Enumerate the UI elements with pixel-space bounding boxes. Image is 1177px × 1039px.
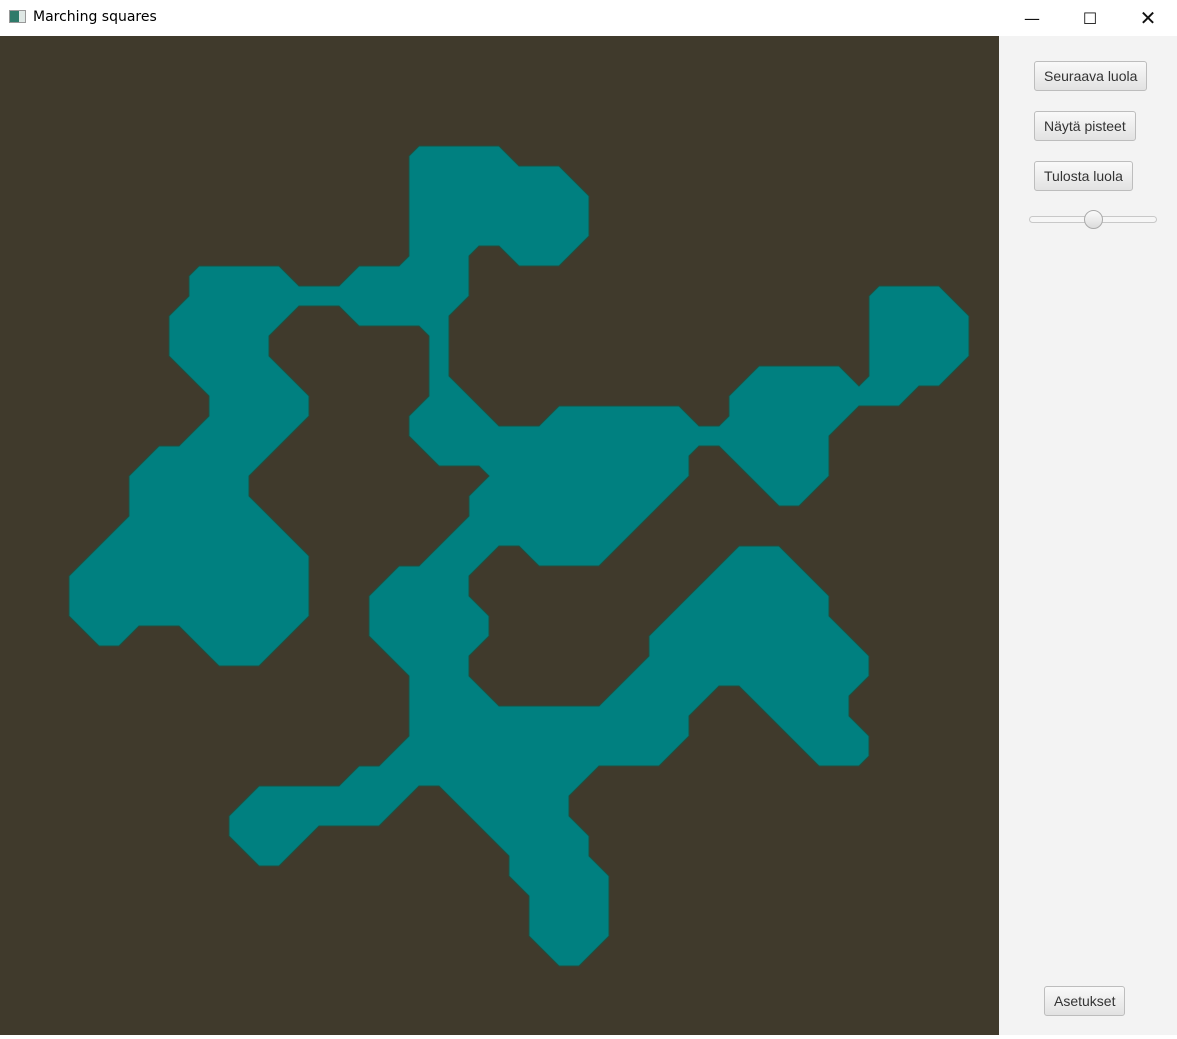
close-icon[interactable]: ✕	[1119, 0, 1177, 36]
cave-drawing	[68, 145, 970, 967]
minimize-icon[interactable]: —	[1003, 0, 1061, 36]
print-cave-button[interactable]: Tulosta luola	[1034, 161, 1133, 191]
settings-button[interactable]: Asetukset	[1044, 986, 1126, 1016]
slider-thumb[interactable]	[1084, 210, 1103, 229]
title-bar: Marching squares — ☐ ✕	[0, 0, 1177, 36]
app-icon	[9, 10, 26, 23]
side-panel: Seuraava luola Näytä pisteet Tulosta luo…	[999, 36, 1177, 1035]
next-cave-button[interactable]: Seuraava luola	[1034, 61, 1148, 91]
slider[interactable]	[1029, 210, 1157, 230]
cave-shape	[68, 145, 970, 967]
maximize-icon[interactable]: ☐	[1061, 0, 1119, 36]
cave-canvas	[0, 36, 999, 1035]
window-title: Marching squares	[33, 9, 157, 25]
show-points-button[interactable]: Näytä pisteet	[1034, 111, 1136, 141]
